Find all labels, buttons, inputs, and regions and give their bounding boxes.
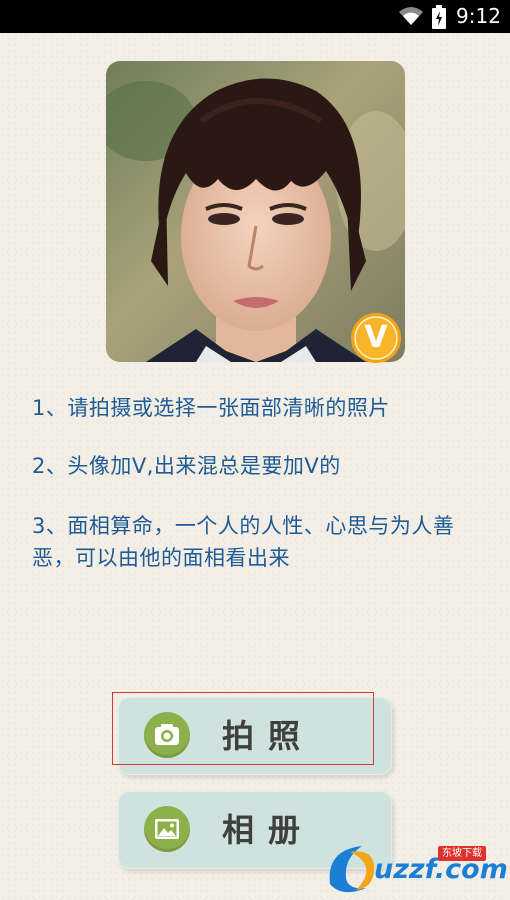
- instruction-2: 2、头像加V,出来混总是要加V的: [32, 454, 341, 478]
- take-photo-label: 拍照: [222, 717, 315, 755]
- take-photo-button[interactable]: 拍照: [118, 697, 392, 775]
- verified-badge: V: [350, 312, 402, 364]
- verified-badge-label: V: [364, 320, 388, 355]
- status-time: 9:12: [456, 4, 501, 28]
- album-label: 相册: [222, 811, 315, 849]
- status-bar: 9:12: [0, 0, 510, 33]
- camera-icon: [144, 712, 190, 758]
- wifi-icon: [398, 6, 424, 30]
- image-icon: [144, 806, 190, 852]
- watermark-tag: 东坡下载: [438, 846, 486, 861]
- instruction-1: 1、请拍摄或选择一张面部清晰的照片: [32, 396, 390, 420]
- battery-icon: [432, 5, 446, 33]
- instruction-3: 3、面相算命，一个人的人性、心思与为人善恶，可以由他的面相看出来: [32, 514, 455, 570]
- watermark-logo: uzzf.com 东坡下载: [322, 838, 508, 896]
